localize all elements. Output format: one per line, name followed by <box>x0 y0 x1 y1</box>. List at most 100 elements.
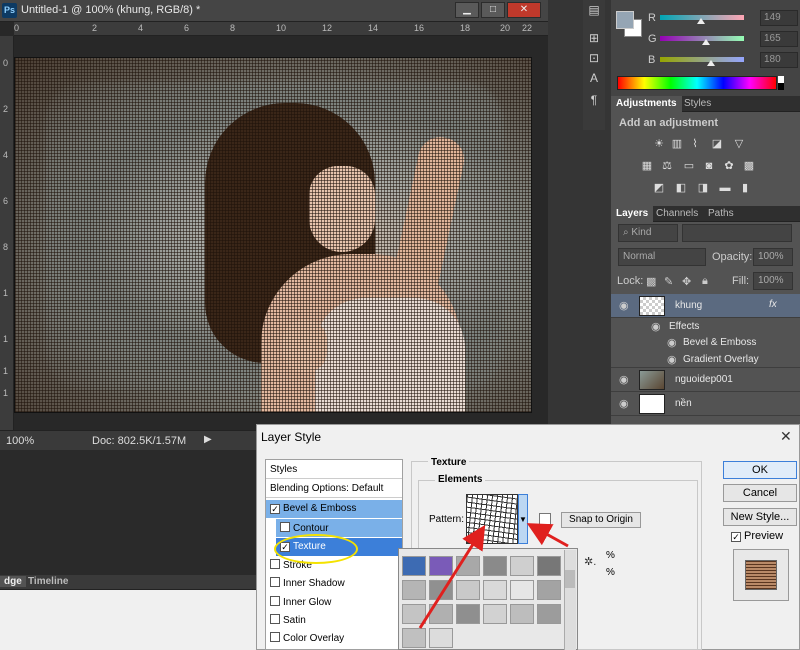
blue-slider[interactable] <box>660 57 744 62</box>
blue-slider-thumb[interactable] <box>707 60 715 66</box>
pattern-swatch-option[interactable] <box>456 556 480 576</box>
pattern-swatch-option[interactable] <box>429 580 453 600</box>
visibility-eye-icon[interactable]: ◉ <box>667 353 679 366</box>
close-window-button[interactable]: ✕ <box>507 2 541 18</box>
pattern-swatch-option[interactable] <box>537 604 561 624</box>
layer-row-khung[interactable]: ◉ khung fx <box>611 294 800 318</box>
checkbox-unchecked[interactable] <box>270 559 280 569</box>
new-preset-button[interactable] <box>539 513 551 525</box>
clone-source-icon[interactable]: ⊡ <box>586 50 602 66</box>
pattern-swatch-option[interactable] <box>429 628 453 648</box>
character-icon[interactable]: A <box>586 70 602 86</box>
layer-name[interactable]: khung <box>675 300 702 311</box>
tab-adjustments[interactable]: Adjustments <box>611 96 682 112</box>
status-menu-arrow-icon[interactable]: ▶ <box>204 434 212 445</box>
blend-mode-select[interactable]: Normal <box>618 248 706 266</box>
gradient-map-icon[interactable]: ▬ <box>718 182 732 194</box>
picker-scroll-thumb[interactable] <box>565 570 575 588</box>
layer-effects-row[interactable]: ◉ Effects <box>611 318 800 334</box>
document-title-bar[interactable]: Ps Untitled-1 @ 100% (khung, RGB/8) * ▁ … <box>0 0 548 22</box>
checkbox-unchecked[interactable] <box>280 522 290 532</box>
paragraph-icon[interactable]: ¶ <box>586 92 602 108</box>
ok-button[interactable]: OK <box>723 461 797 479</box>
blue-value[interactable]: 180 <box>760 52 798 68</box>
checkbox-unchecked[interactable] <box>270 577 280 587</box>
brush-presets-icon[interactable]: ⊞ <box>586 30 602 46</box>
layer-name[interactable]: nguoidep001 <box>675 374 733 385</box>
style-inner-glow[interactable]: Inner Glow <box>266 593 402 611</box>
layer-row-nen[interactable]: ◉ nền <box>611 392 800 416</box>
lock-transparency-icon[interactable]: ▩ <box>646 275 656 288</box>
tab-timeline[interactable]: Timeline <box>28 576 68 587</box>
checkbox-unchecked[interactable] <box>270 596 280 606</box>
spectrum-black-swatch[interactable] <box>778 83 784 90</box>
checkbox-unchecked[interactable] <box>270 614 280 624</box>
layer-filter-icons[interactable] <box>682 224 792 242</box>
fill-input[interactable]: 100% <box>753 272 793 290</box>
pattern-swatch-option[interactable] <box>510 556 534 576</box>
red-value[interactable]: 149 <box>760 10 798 26</box>
ruler-horizontal[interactable]: 0 2 4 6 8 10 12 14 16 18 20 22 <box>14 22 548 36</box>
visibility-eye-icon[interactable]: ◉ <box>619 397 631 410</box>
pattern-swatch-option[interactable] <box>402 580 426 600</box>
preview-checkbox[interactable]: ✓ Preview <box>731 530 783 542</box>
effect-row-gradient-overlay[interactable]: ◉ Gradient Overlay <box>611 350 800 368</box>
layer-name[interactable]: nền <box>675 398 692 409</box>
checkbox-checked[interactable]: ✓ <box>731 532 741 542</box>
filter-kind-select[interactable]: ⌕ Kind <box>618 224 678 242</box>
pattern-dropdown-icon[interactable]: ▼ <box>518 494 528 544</box>
balance-icon[interactable]: ▭ <box>682 160 696 172</box>
effect-row-bevel[interactable]: ◉ Bevel & Emboss <box>611 334 800 350</box>
lock-paint-icon[interactable]: ✎ <box>664 275 673 288</box>
cancel-button[interactable]: Cancel <box>723 484 797 502</box>
style-bevel-emboss[interactable]: ✓ Bevel & Emboss <box>266 500 402 518</box>
pattern-swatch-option[interactable] <box>402 628 426 648</box>
pattern-swatch-option[interactable] <box>510 604 534 624</box>
zoom-level[interactable]: 100% <box>6 435 34 447</box>
pattern-swatch-option[interactable] <box>483 580 507 600</box>
lock-move-icon[interactable]: ✥ <box>682 275 691 288</box>
style-contour[interactable]: Contour <box>276 519 402 537</box>
red-slider-thumb[interactable] <box>697 18 705 24</box>
pattern-swatch-option[interactable] <box>402 556 426 576</box>
green-value[interactable]: 165 <box>760 31 798 47</box>
pattern-swatch[interactable] <box>466 494 518 544</box>
exposure-icon[interactable]: ◪ <box>710 138 724 150</box>
posterize-icon[interactable]: ◧ <box>674 182 688 194</box>
hue-icon[interactable]: ⚖ <box>660 160 674 172</box>
pattern-swatch-option[interactable] <box>483 604 507 624</box>
spectrum-white-swatch[interactable] <box>778 76 784 83</box>
opacity-input[interactable]: 100% <box>753 248 793 266</box>
snap-to-origin-button[interactable]: Snap to Origin <box>561 512 641 528</box>
lock-all-icon[interactable]: 🔒︎ <box>702 275 708 288</box>
pattern-swatch-option[interactable] <box>402 604 426 624</box>
picker-scrollbar[interactable] <box>564 550 576 650</box>
curves-icon[interactable]: ⌇ <box>688 138 702 150</box>
color-spectrum-bar[interactable] <box>617 76 777 90</box>
visibility-eye-icon[interactable]: ◉ <box>651 320 663 333</box>
triangle-icon[interactable]: ▽ <box>732 138 746 150</box>
picker-gear-icon[interactable]: ✲. <box>584 555 596 568</box>
selective-color-icon[interactable]: ▮ <box>738 182 752 194</box>
bw-icon[interactable]: ◙ <box>702 160 716 172</box>
history-icon[interactable]: ▤ <box>586 2 602 18</box>
threshold-icon[interactable]: ◨ <box>696 182 710 194</box>
pattern-swatch-option[interactable] <box>456 580 480 600</box>
pattern-swatch-option[interactable] <box>456 604 480 624</box>
invert-icon[interactable]: ◩ <box>652 182 666 194</box>
green-slider-thumb[interactable] <box>702 39 710 45</box>
style-color-overlay[interactable]: Color Overlay <box>266 629 402 647</box>
fx-icon[interactable]: fx <box>769 299 777 310</box>
style-blending-options[interactable]: Blending Options: Default <box>266 480 402 498</box>
pattern-swatch-option[interactable] <box>429 604 453 624</box>
layer-row-nguoidep001[interactable]: ◉ nguoidep001 <box>611 368 800 392</box>
brightness-icon[interactable]: ☀ <box>652 138 666 150</box>
style-satin[interactable]: Satin <box>266 611 402 629</box>
tab-paths[interactable]: Paths <box>703 206 739 222</box>
pattern-swatch-option[interactable] <box>537 580 561 600</box>
channel-mixer-icon[interactable]: ▩ <box>742 160 756 172</box>
styles-header[interactable]: Styles <box>266 461 402 479</box>
tab-layers[interactable]: Layers <box>611 206 654 222</box>
new-style-button[interactable]: New Style... <box>723 508 797 526</box>
foreground-color-swatch[interactable] <box>616 11 634 29</box>
